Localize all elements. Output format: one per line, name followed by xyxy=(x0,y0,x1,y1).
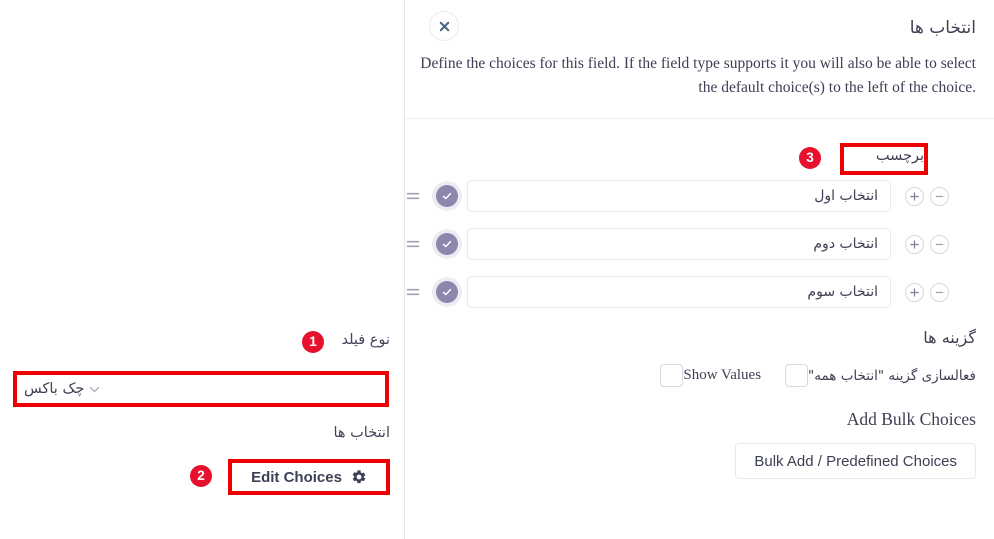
choices-dialog-panel: انتخاب ها Define the choices for this fi… xyxy=(405,0,994,539)
show-values-checkbox[interactable] xyxy=(660,364,684,387)
bulk-section-title: Add Bulk Choices xyxy=(846,409,976,429)
close-button[interactable] xyxy=(429,11,459,41)
annotation-badge-1: 1 xyxy=(302,331,324,353)
check-icon xyxy=(442,192,452,200)
choice-default-toggle[interactable] xyxy=(436,233,458,255)
plus-icon xyxy=(910,239,919,249)
label-column-header: برچسب xyxy=(875,148,925,164)
add-choice-button[interactable] xyxy=(905,186,924,206)
drag-handle-icon[interactable] xyxy=(405,284,421,300)
choice-label-input[interactable]: انتخاب اول xyxy=(467,180,891,212)
choice-default-toggle[interactable] xyxy=(436,185,458,207)
dialog-description-text: Define the choices for this field. If th… xyxy=(420,55,976,97)
drag-handle-icon[interactable] xyxy=(405,188,421,204)
edit-choices-button-label: Edit Choices xyxy=(251,468,342,486)
choice-label-value: انتخاب دوم xyxy=(813,236,878,252)
choice-label-value: انتخاب سوم xyxy=(807,284,878,300)
check-icon xyxy=(442,288,452,296)
remove-choice-button[interactable] xyxy=(930,282,949,302)
bulk-add-button[interactable]: Bulk Add / Predefined Choices xyxy=(735,443,976,479)
add-choice-button[interactable] xyxy=(905,234,924,254)
field-settings-panel: نوع فیلد چک باکس انتخاب ها Edit Choices xyxy=(0,0,404,539)
choice-label-input[interactable]: انتخاب سوم xyxy=(467,276,891,308)
remove-choice-button[interactable] xyxy=(930,186,949,206)
choice-row-buttons xyxy=(905,234,949,254)
select-all-label: فعالسازی گزینه "انتخاب همه" xyxy=(808,367,976,384)
show-values-option: Show Values xyxy=(660,364,761,387)
chevron-down-icon xyxy=(90,386,100,392)
page-title: انتخاب ها xyxy=(909,18,976,38)
bulk-add-button-label: Bulk Add / Predefined Choices xyxy=(754,452,957,470)
field-type-label: نوع فیلد xyxy=(341,332,390,348)
choices-editor-screen: نوع فیلد چک باکس انتخاب ها Edit Choices … xyxy=(0,0,994,539)
field-type-select-value: چک باکس xyxy=(24,381,85,397)
choice-label-input[interactable]: انتخاب دوم xyxy=(467,228,891,260)
drag-handle-icon[interactable] xyxy=(405,236,421,252)
plus-icon xyxy=(910,191,919,201)
choice-row-buttons xyxy=(905,282,949,302)
minus-icon xyxy=(935,291,944,293)
choice-label-value: انتخاب اول xyxy=(814,188,878,204)
select-all-option: فعالسازی گزینه "انتخاب همه" xyxy=(785,364,976,387)
show-values-label: Show Values xyxy=(683,367,762,383)
choice-row: انتخاب اول xyxy=(405,180,994,212)
header-divider xyxy=(405,118,994,119)
gear-icon xyxy=(352,470,366,484)
add-choice-button[interactable] xyxy=(905,282,924,302)
choice-row: انتخاب سوم xyxy=(405,276,994,308)
minus-icon xyxy=(935,195,944,197)
minus-icon xyxy=(935,243,944,245)
choice-row: انتخاب دوم xyxy=(405,228,994,260)
select-all-checkbox[interactable] xyxy=(785,364,809,387)
annotation-badge-2: 2 xyxy=(190,465,212,487)
options-section-title: گزینه ها xyxy=(923,328,976,347)
choice-default-toggle[interactable] xyxy=(436,281,458,303)
annotation-badge-3: 3 xyxy=(799,147,821,169)
close-icon xyxy=(439,21,449,31)
choice-row-buttons xyxy=(905,186,949,206)
choices-label: انتخاب ها xyxy=(333,425,390,441)
options-row: فعالسازی گزینه "انتخاب همه" Show Values xyxy=(660,364,976,387)
plus-icon xyxy=(910,287,919,297)
check-icon xyxy=(442,240,452,248)
edit-choices-button[interactable]: Edit Choices xyxy=(232,463,386,491)
dialog-description: Define the choices for this field. If th… xyxy=(420,52,976,100)
remove-choice-button[interactable] xyxy=(930,234,949,254)
field-type-select[interactable]: چک باکس xyxy=(16,374,386,404)
